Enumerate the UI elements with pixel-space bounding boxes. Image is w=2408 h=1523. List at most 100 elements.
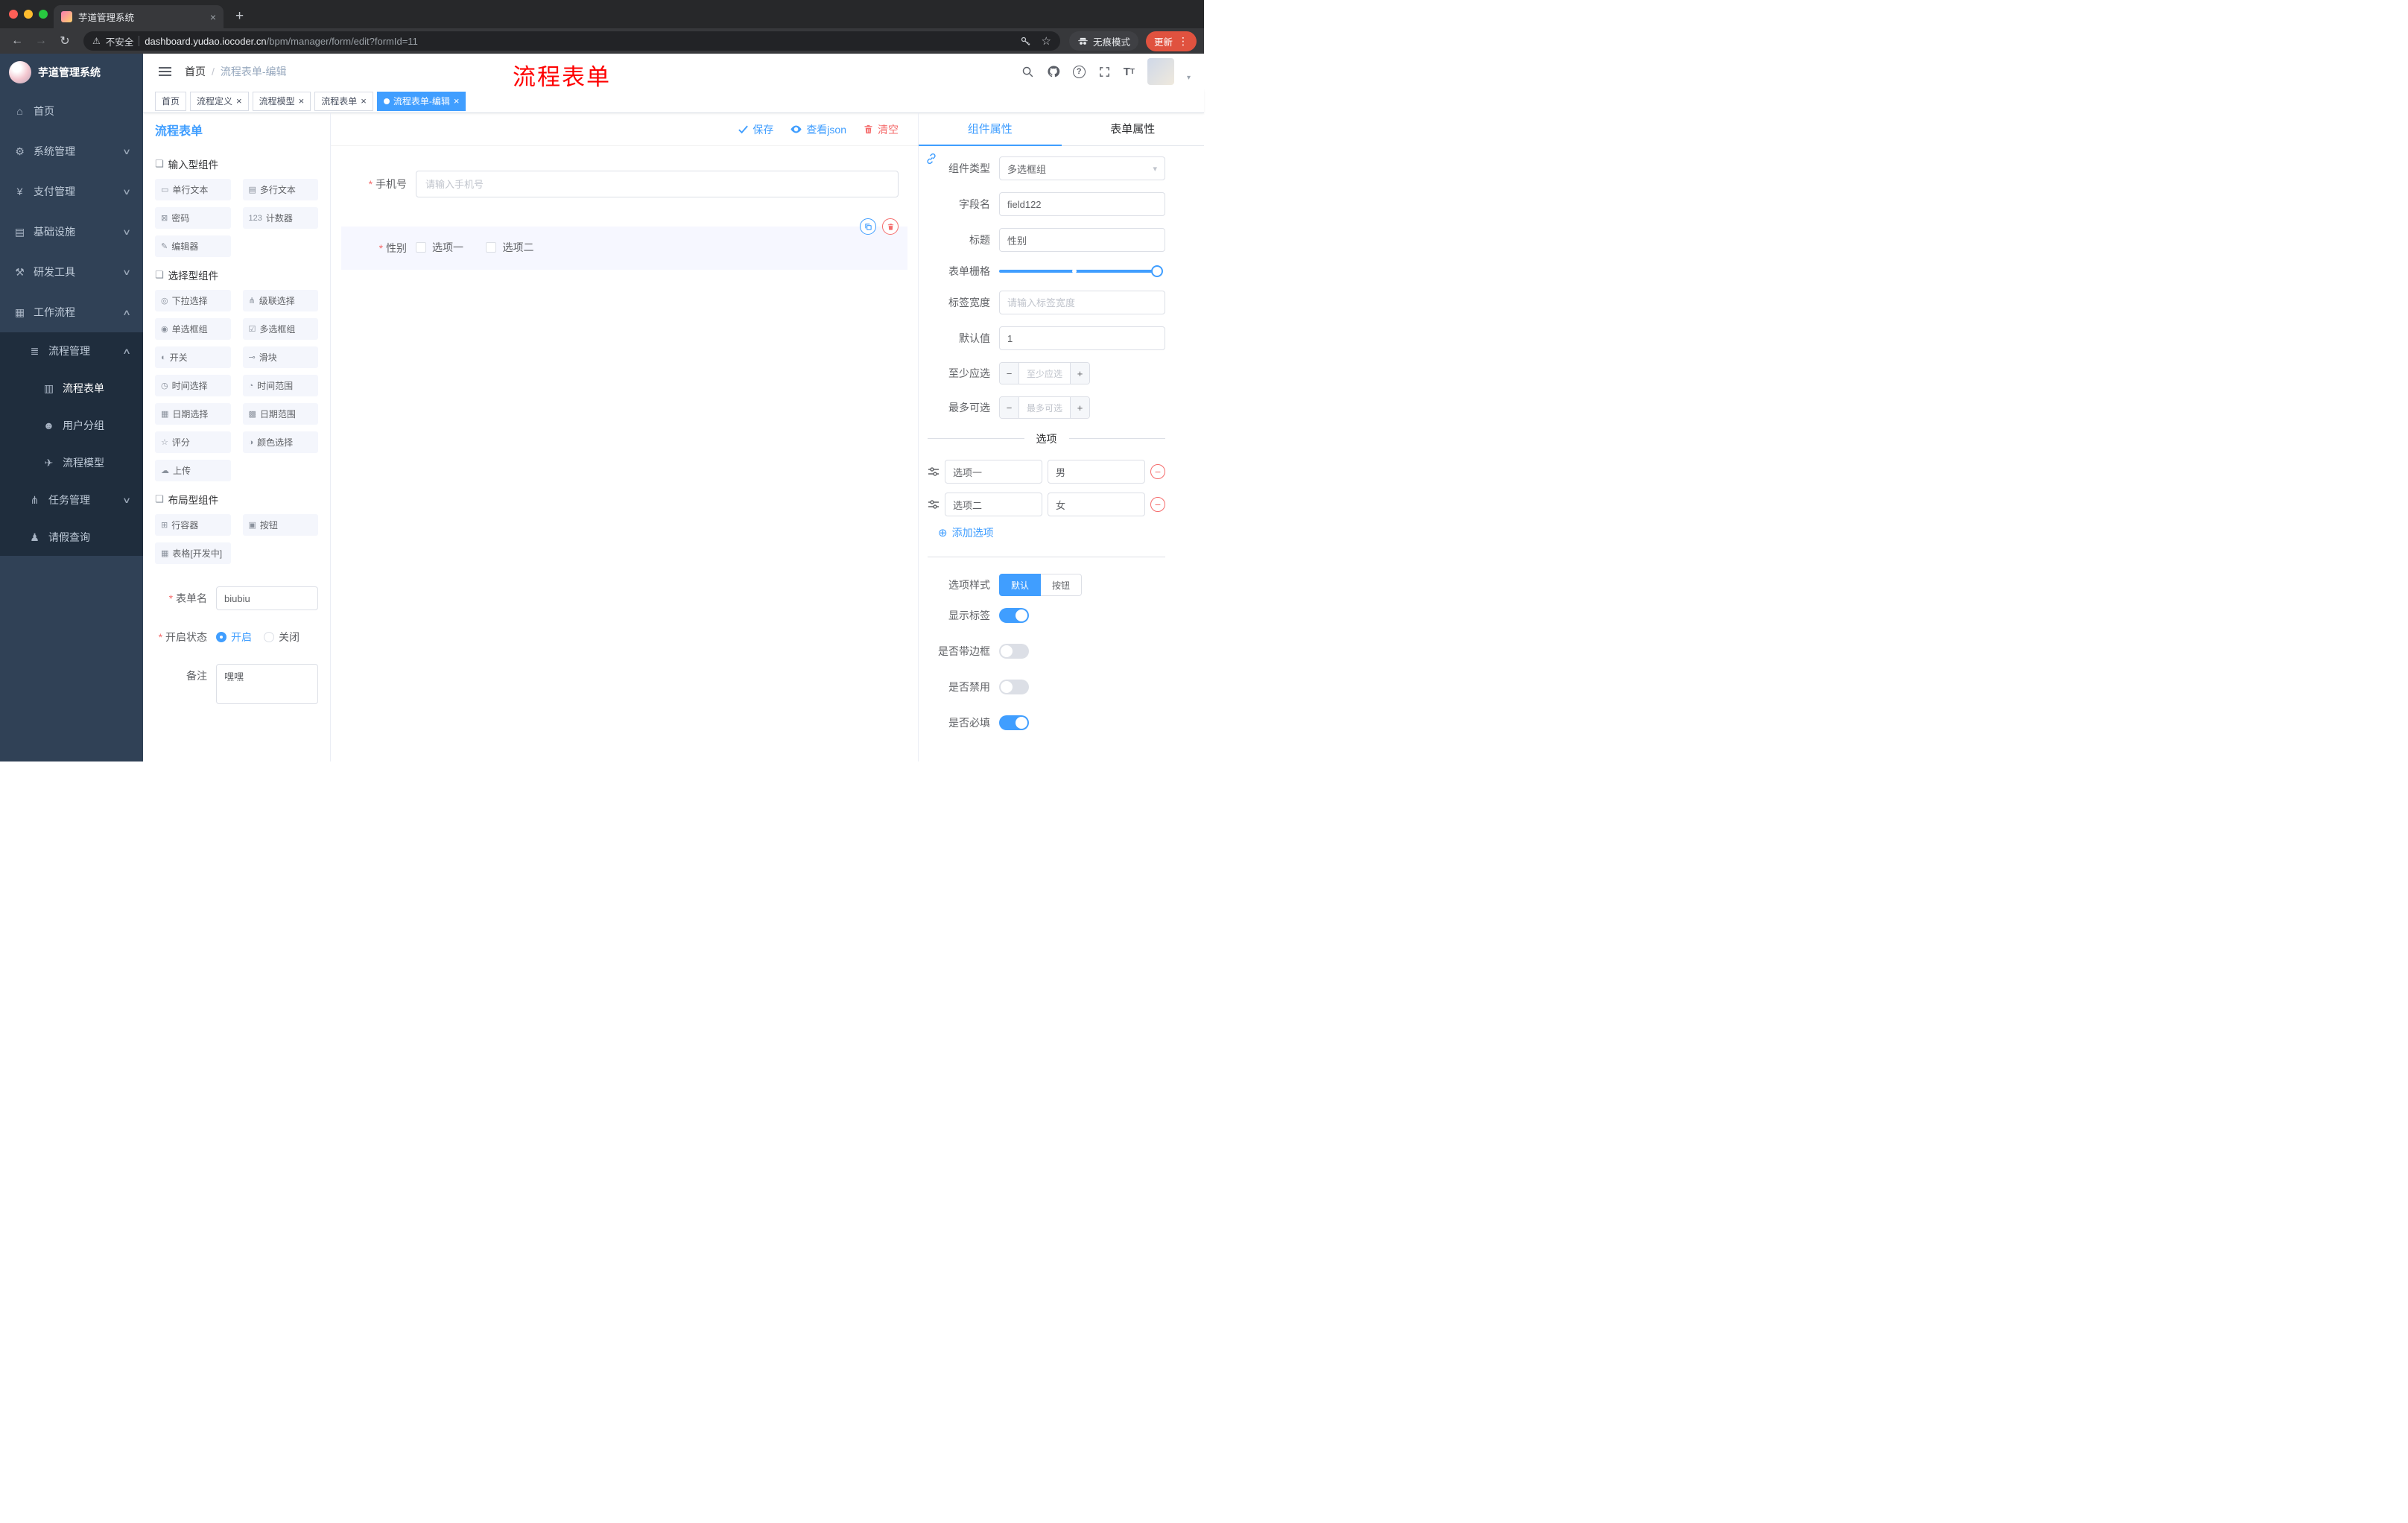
window-close-button[interactable]: [9, 10, 18, 19]
sidebar-item-task-management[interactable]: ⋔ 任务管理 ∨: [0, 481, 143, 519]
canvas-field-phone[interactable]: 手机号: [341, 161, 907, 207]
update-button[interactable]: 更新 ⋮: [1145, 31, 1197, 51]
new-tab-button[interactable]: +: [235, 8, 244, 25]
style-default-button[interactable]: 默认: [999, 574, 1042, 596]
palette-component[interactable]: ◐ 开关: [155, 346, 231, 368]
palette-component[interactable]: ◔ 时间范围: [242, 375, 318, 396]
default-value-input[interactable]: [999, 326, 1165, 350]
toggle-switch[interactable]: [999, 715, 1029, 730]
reload-button[interactable]: ↻: [55, 34, 75, 48]
phone-input[interactable]: [416, 171, 899, 197]
tag-view-item[interactable]: 流程定义 ×: [190, 91, 249, 111]
palette-component[interactable]: ▩ 日期范围: [242, 403, 318, 425]
help-icon[interactable]: ?: [1072, 65, 1086, 78]
sidebar-item-leave-query[interactable]: ♟ 请假查询: [0, 519, 143, 556]
security-warning-icon[interactable]: ⚠: [92, 36, 101, 46]
palette-component[interactable]: ⊸ 滑块: [242, 346, 318, 368]
palette-component[interactable]: ◎ 下拉选择: [155, 290, 231, 311]
decrease-button[interactable]: −: [1000, 363, 1019, 384]
delete-component-button[interactable]: [882, 218, 899, 235]
palette-component[interactable]: ◉ 单选框组: [155, 318, 231, 340]
sidebar-item-devtools[interactable]: ⚒ 研发工具 ∨: [0, 252, 143, 292]
palette-component[interactable]: ◷ 时间选择: [155, 375, 231, 396]
tag-close-icon[interactable]: ×: [454, 95, 460, 107]
checkbox-option[interactable]: 选项一: [416, 240, 463, 255]
palette-component[interactable]: ☁ 上传: [155, 460, 231, 481]
increase-button[interactable]: +: [1070, 363, 1089, 384]
sidebar-item-process-form[interactable]: ▥ 流程表单: [0, 370, 143, 407]
remove-option-button[interactable]: −: [1150, 464, 1165, 479]
decrease-button[interactable]: −: [1000, 397, 1019, 418]
remove-option-button[interactable]: −: [1150, 497, 1165, 512]
tag-close-icon[interactable]: ×: [361, 95, 367, 107]
palette-component[interactable]: ▦ 日期选择: [155, 403, 231, 425]
sidebar-item-payment[interactable]: ¥ 支付管理 ∨: [0, 171, 143, 212]
palette-component[interactable]: ▦ 表格[开发中]: [155, 542, 231, 564]
tag-close-icon[interactable]: ×: [299, 95, 305, 107]
toggle-switch[interactable]: [999, 680, 1029, 694]
toggle-switch[interactable]: [999, 608, 1029, 623]
palette-component[interactable]: ⊞ 行容器: [155, 514, 231, 536]
palette-component[interactable]: ▭ 单行文本: [155, 179, 231, 200]
password-key-icon[interactable]: [1020, 36, 1031, 47]
tag-view-item[interactable]: 首页 ×: [155, 91, 187, 111]
sidebar-item-workflow[interactable]: ▦ 工作流程 ∧: [0, 292, 143, 332]
toggle-switch[interactable]: [999, 644, 1029, 659]
tab-form-props[interactable]: 表单属性: [1062, 113, 1205, 145]
palette-component[interactable]: ☑ 多选框组: [242, 318, 318, 340]
collapse-menu-icon[interactable]: [156, 63, 173, 80]
duplicate-component-button[interactable]: [860, 218, 876, 235]
option-label-input[interactable]: [945, 460, 1042, 484]
tag-view-item[interactable]: 流程表单-编辑 ×: [376, 91, 466, 111]
form-name-input[interactable]: [216, 586, 318, 610]
view-json-button[interactable]: 查看json: [790, 122, 846, 137]
sidebar-item-process-management[interactable]: ≣ 流程管理 ∧: [0, 332, 143, 370]
option-label-input[interactable]: [945, 493, 1042, 516]
slider-handle[interactable]: [1151, 265, 1163, 277]
sidebar-item-infra[interactable]: ▤ 基础设施 ∨: [0, 212, 143, 252]
label-width-input[interactable]: [999, 291, 1165, 314]
sidebar-item-process-model[interactable]: ✈ 流程模型: [0, 444, 143, 481]
component-type-select[interactable]: 多选框组 ▾: [999, 156, 1165, 180]
tag-view-item[interactable]: 流程模型 ×: [252, 91, 311, 111]
address-bar[interactable]: ⚠ 不安全 dashboard.yudao.iocoder.cn/bpm/man…: [83, 31, 1060, 51]
palette-component[interactable]: ⋔ 级联选择: [242, 290, 318, 311]
status-on-radio[interactable]: 开启: [216, 630, 252, 645]
bookmark-star-icon[interactable]: ☆: [1042, 34, 1051, 48]
search-icon[interactable]: [1021, 66, 1034, 78]
sidebar-item-system[interactable]: ⚙ 系统管理 ∨: [0, 131, 143, 171]
tag-close-icon[interactable]: ×: [236, 95, 242, 107]
option-value-input[interactable]: [1048, 493, 1145, 516]
palette-component[interactable]: ☆ 评分: [155, 431, 231, 453]
palette-component[interactable]: ⊠ 密码: [155, 207, 231, 229]
font-size-icon[interactable]: TT: [1124, 66, 1135, 78]
avatar-caret-icon[interactable]: ▾: [1187, 74, 1191, 82]
window-minimize-button[interactable]: [24, 10, 33, 19]
palette-component[interactable]: ✎ 编辑器: [155, 235, 231, 257]
tab-close-icon[interactable]: ×: [210, 11, 216, 23]
sidebar-item-user-group[interactable]: ☻ 用户分组: [0, 407, 143, 444]
tag-view-item[interactable]: 流程表单 ×: [314, 91, 373, 111]
palette-component[interactable]: ▤ 多行文本: [242, 179, 318, 200]
remark-textarea[interactable]: 嘿嘿: [216, 664, 318, 704]
palette-component[interactable]: 123 计数器: [242, 207, 318, 229]
add-option-button[interactable]: ⊕ 添加选项: [938, 525, 1165, 540]
github-icon[interactable]: [1047, 65, 1060, 78]
drag-handle-icon[interactable]: [928, 466, 940, 478]
back-button[interactable]: ←: [7, 34, 27, 48]
user-avatar[interactable]: [1147, 58, 1174, 85]
tab-component-props[interactable]: 组件属性: [919, 113, 1062, 146]
fullscreen-icon[interactable]: [1098, 66, 1111, 78]
browser-tab[interactable]: 芋道管理系统 ×: [54, 5, 224, 28]
status-off-radio[interactable]: 关闭: [264, 630, 300, 645]
checkbox-option[interactable]: 选项二: [486, 240, 533, 255]
link-icon[interactable]: [925, 152, 938, 169]
clear-button[interactable]: 清空: [863, 122, 899, 137]
option-value-input[interactable]: [1048, 460, 1145, 484]
drag-handle-icon[interactable]: [928, 498, 940, 510]
sidebar-item-home[interactable]: ⌂ 首页: [0, 91, 143, 131]
title-input[interactable]: [999, 228, 1165, 252]
palette-component[interactable]: ◑ 颜色选择: [242, 431, 318, 453]
forward-button[interactable]: →: [31, 34, 51, 48]
style-button-button[interactable]: 按钮: [1041, 574, 1083, 596]
